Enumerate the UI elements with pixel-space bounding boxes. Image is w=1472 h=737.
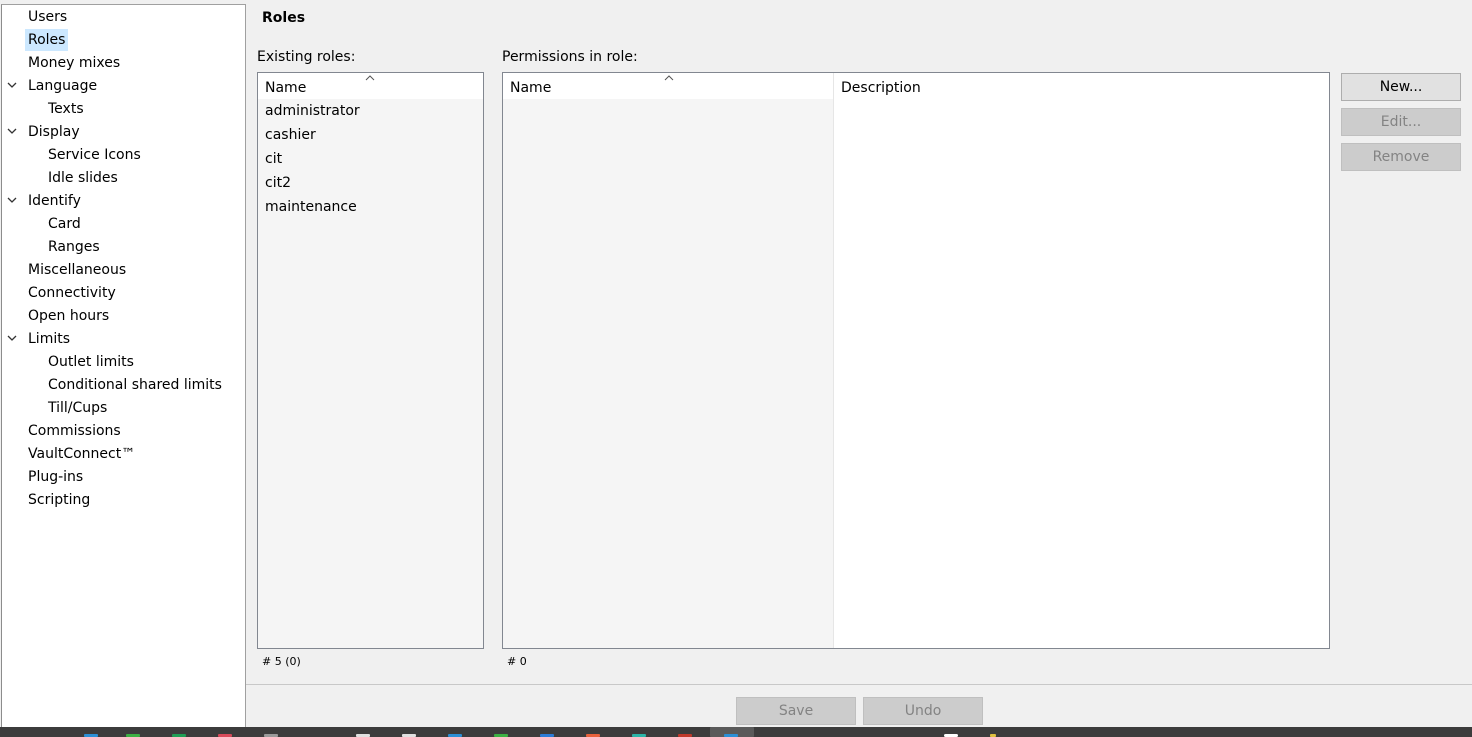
nav-item-label: Users xyxy=(28,9,68,25)
nav-item-open-hours[interactable]: Open hours xyxy=(25,305,112,327)
column-header-label: Name xyxy=(510,80,552,96)
nav-item-roles[interactable]: Roles xyxy=(25,29,69,51)
nav-item-service-icons[interactable]: Service Icons xyxy=(45,144,144,166)
nav-item-label: Conditional shared limits xyxy=(48,377,222,393)
nav-item-scripting[interactable]: Scripting xyxy=(25,489,93,511)
sort-ascending-icon xyxy=(365,75,375,81)
permissions-count: # 0 xyxy=(507,655,527,668)
list-item[interactable]: cit2 xyxy=(265,171,291,195)
nav-item-label: Display xyxy=(28,124,80,140)
nav-item-commissions[interactable]: Commissions xyxy=(25,420,124,442)
remove-role-button[interactable]: Remove xyxy=(1341,143,1461,171)
nav-item-till-cups[interactable]: Till/Cups xyxy=(45,397,110,419)
nav-item-language[interactable]: Language xyxy=(7,75,100,97)
settings-nav-tree: Users Roles Money mixes Language Texts Displa… xyxy=(1,4,246,728)
nav-item-label: Outlet limits xyxy=(48,354,134,370)
edit-role-button[interactable]: Edit... xyxy=(1341,108,1461,136)
list-item[interactable]: maintenance xyxy=(265,195,357,219)
nav-item-idle-slides[interactable]: Idle slides xyxy=(45,167,121,189)
existing-roles-label: Existing roles: xyxy=(257,49,356,65)
column-header-label: Description xyxy=(841,80,921,96)
nav-item-vaultconnect[interactable]: VaultConnect™ xyxy=(25,443,138,465)
nav-item-label: Texts xyxy=(48,101,84,117)
existing-roles-rows: administrator cashier cit cit2 maintenance xyxy=(258,99,483,648)
column-header-description[interactable]: Description xyxy=(834,73,1329,99)
nav-item-label: VaultConnect™ xyxy=(28,446,136,462)
nav-item-label: Scripting xyxy=(28,492,91,508)
nav-item-label: Service Icons xyxy=(48,147,141,163)
page-title: Roles xyxy=(262,10,306,26)
nav-item-outlet-limits[interactable]: Outlet limits xyxy=(45,351,137,373)
nav-item-label: Language xyxy=(28,78,98,94)
list-item[interactable]: administrator xyxy=(265,99,360,123)
nav-item-label: Roles xyxy=(25,29,69,51)
permissions-name-column-area xyxy=(503,99,833,648)
nav-item-conditional-shared-limits[interactable]: Conditional shared limits xyxy=(45,374,225,396)
nav-item-label: Ranges xyxy=(48,239,100,255)
chevron-down-icon[interactable] xyxy=(7,195,17,205)
permissions-list[interactable]: Name Description xyxy=(502,72,1330,649)
nav-item-texts[interactable]: Texts xyxy=(45,98,87,120)
existing-roles-list[interactable]: Name administrator cashier cit cit2 maintena… xyxy=(257,72,484,649)
nav-item-label: Connectivity xyxy=(28,285,116,301)
nav-item-label: Plug-ins xyxy=(28,469,84,485)
nav-item-users[interactable]: Users xyxy=(25,6,70,28)
chevron-down-icon[interactable] xyxy=(7,126,17,136)
nav-item-money-mixes[interactable]: Money mixes xyxy=(25,52,123,74)
nav-item-label: Till/Cups xyxy=(48,400,108,416)
new-role-button[interactable]: New... xyxy=(1341,73,1461,101)
nav-item-plug-ins[interactable]: Plug-ins xyxy=(25,466,86,488)
chevron-down-icon[interactable] xyxy=(7,333,17,343)
nav-item-label: Limits xyxy=(28,331,70,347)
permissions-label: Permissions in role: xyxy=(502,49,638,65)
nav-item-label: Identify xyxy=(28,193,81,209)
undo-button[interactable]: Undo xyxy=(863,697,983,725)
nav-item-label: Card xyxy=(48,216,81,232)
nav-item-label: Commissions xyxy=(28,423,121,439)
nav-item-limits[interactable]: Limits xyxy=(7,328,73,350)
nav-item-label: Open hours xyxy=(28,308,110,324)
column-separator xyxy=(833,73,834,648)
bottom-divider xyxy=(246,684,1472,685)
existing-roles-count: # 5 (0) xyxy=(262,655,301,668)
nav-item-identify[interactable]: Identify xyxy=(7,190,84,212)
taskbar xyxy=(0,727,1472,737)
nav-item-miscellaneous[interactable]: Miscellaneous xyxy=(25,259,129,281)
list-item[interactable]: cashier xyxy=(265,123,316,147)
chevron-down-icon[interactable] xyxy=(7,80,17,90)
nav-item-label: Idle slides xyxy=(48,170,118,186)
nav-item-ranges[interactable]: Ranges xyxy=(45,236,103,258)
nav-item-display[interactable]: Display xyxy=(7,121,83,143)
nav-item-card[interactable]: Card xyxy=(45,213,84,235)
list-item[interactable]: cit xyxy=(265,147,282,171)
save-button[interactable]: Save xyxy=(736,697,856,725)
nav-item-connectivity[interactable]: Connectivity xyxy=(25,282,119,304)
nav-item-label: Miscellaneous xyxy=(28,262,127,278)
sort-ascending-icon xyxy=(664,75,674,81)
column-header-label: Name xyxy=(265,80,307,96)
nav-item-label: Money mixes xyxy=(28,55,121,71)
